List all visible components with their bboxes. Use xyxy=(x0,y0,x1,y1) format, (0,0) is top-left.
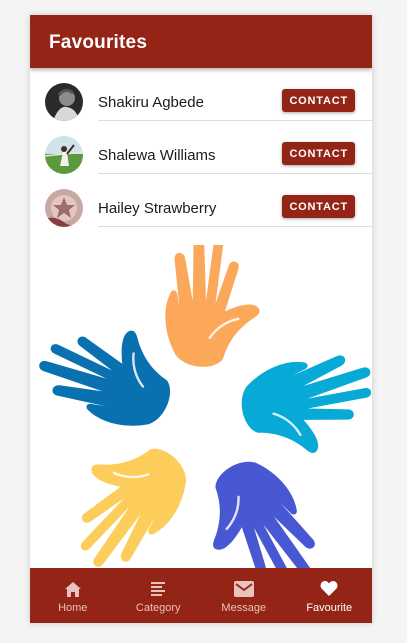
list-item[interactable]: Hailey Strawberry CONTACT xyxy=(30,174,372,227)
list-item[interactable]: Shakiru Agbede CONTACT xyxy=(30,68,372,121)
avatar xyxy=(45,189,83,227)
hand-shape xyxy=(39,330,171,426)
hand-shape xyxy=(213,461,315,575)
contact-name: Shakiru Agbede xyxy=(98,94,204,111)
nav-favourite[interactable]: Favourite xyxy=(287,568,373,623)
nav-category-label: Category xyxy=(135,602,181,614)
contact-name: Shalewa Williams xyxy=(98,147,216,164)
hand-shape xyxy=(241,355,372,453)
contact-button[interactable]: CONTACT xyxy=(282,89,355,112)
nav-home-label: Home xyxy=(58,602,88,614)
contact-name: Hailey Strawberry xyxy=(98,200,217,217)
app-bar: Favourites xyxy=(30,15,372,68)
nav-favourite-label: Favourite xyxy=(306,602,353,614)
divider xyxy=(98,226,372,227)
app-screen: Favourites Shakiru Agbede CONTACT Shalew… xyxy=(30,15,372,623)
page-title: Favourites xyxy=(49,32,148,53)
nav-message[interactable]: Message xyxy=(201,568,287,623)
heart-icon xyxy=(320,581,338,596)
avatar xyxy=(45,136,83,174)
nav-category[interactable]: Category xyxy=(116,568,202,623)
avatar xyxy=(45,83,83,121)
favourites-list: Shakiru Agbede CONTACT Shalewa Williams … xyxy=(30,68,372,227)
list-item[interactable]: Shalewa Williams CONTACT xyxy=(30,121,372,174)
hand-shape xyxy=(165,245,260,367)
mail-icon xyxy=(233,581,254,597)
home-icon xyxy=(64,581,81,597)
nav-home[interactable]: Home xyxy=(30,568,116,623)
bottom-navigation: Home Category Message Favourite xyxy=(30,568,372,623)
nav-message-label: Message xyxy=(221,602,267,614)
hand-shape xyxy=(80,448,187,567)
category-icon xyxy=(151,582,166,596)
hands-illustration xyxy=(39,245,372,575)
contact-button[interactable]: CONTACT xyxy=(282,195,355,218)
contact-button[interactable]: CONTACT xyxy=(282,142,355,165)
